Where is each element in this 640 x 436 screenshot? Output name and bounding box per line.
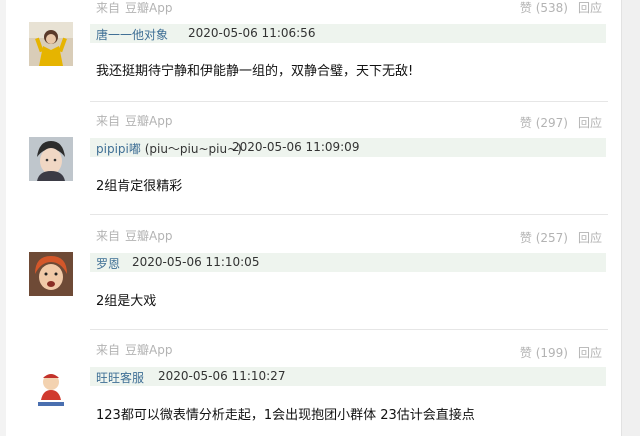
comment-source: 来自 豆瓣App: [96, 229, 173, 243]
comment-time: 2020-05-06 11:10:27: [158, 369, 286, 383]
avatar[interactable]: [29, 137, 73, 181]
like-button[interactable]: 赞 (199): [520, 346, 568, 360]
comment-text: 我还挺期待宁静和伊能静一组的，双静合璧，天下无敌!: [96, 64, 414, 79]
divider: [90, 329, 608, 330]
comment-time: 2020-05-06 11:10:05: [132, 255, 260, 269]
reply-button[interactable]: 回应: [578, 116, 602, 130]
author-link[interactable]: pipipi嘟 (piu～piu~piu~): [96, 140, 242, 157]
comment-source: 来自 豆瓣App: [96, 114, 173, 128]
avatar[interactable]: [29, 366, 73, 410]
author-signature: (piu～piu~piu~): [144, 142, 242, 156]
comment-source: 来自 豆瓣App: [96, 1, 173, 15]
avatar-image: [29, 22, 73, 66]
comment-source: 来自 豆瓣App: [96, 343, 173, 357]
avatar-image: [29, 366, 73, 410]
comment-text: 2组肯定很精彩: [96, 179, 183, 194]
reply-button[interactable]: 回应: [578, 346, 602, 360]
comment-actions: 赞 (297) 回应: [520, 114, 602, 131]
comment-list: 来自 豆瓣App 赞 (538) 回应 唐一一他对象 2020-05-06 11:0…: [6, 0, 622, 436]
like-button[interactable]: 赞 (538): [520, 1, 568, 15]
divider: [90, 101, 608, 102]
comment-text: 2组是大戏: [96, 294, 157, 309]
comment-actions: 赞 (199) 回应: [520, 344, 602, 361]
reply-button[interactable]: 回应: [578, 1, 602, 15]
comment-time: 2020-05-06 11:06:56: [188, 26, 316, 40]
like-button[interactable]: 赞 (297): [520, 116, 568, 130]
scrollbar[interactable]: [621, 0, 640, 436]
avatar[interactable]: [29, 22, 73, 66]
comment-time: 2020-05-06 11:09:09: [232, 140, 360, 154]
avatar-image: [29, 137, 73, 181]
author-link[interactable]: 唐一一他对象: [96, 26, 168, 43]
author-link[interactable]: 旺旺客服: [96, 369, 144, 386]
divider: [90, 214, 608, 215]
comment-text: 123都可以微表情分析走起，1会出现抱团小群体 23估计会直接点: [96, 408, 475, 423]
comment-actions: 赞 (257) 回应: [520, 229, 602, 246]
comment-actions: 赞 (538) 回应: [520, 0, 602, 16]
author-link[interactable]: 罗恩: [96, 255, 120, 272]
reply-button[interactable]: 回应: [578, 231, 602, 245]
like-button[interactable]: 赞 (257): [520, 231, 568, 245]
avatar[interactable]: [29, 252, 73, 296]
avatar-image: [29, 252, 73, 296]
